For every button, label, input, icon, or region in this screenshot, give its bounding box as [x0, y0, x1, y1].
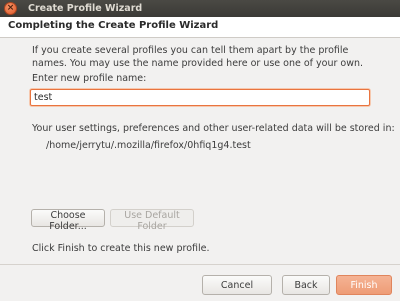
page-title: Completing the Create Profile Wizard: [8, 20, 219, 31]
profile-name-input[interactable]: [30, 89, 370, 106]
close-icon[interactable]: ×: [4, 2, 17, 15]
wizard-header: Completing the Create Profile Wizard: [0, 17, 400, 38]
window-title: Create Profile Wizard: [28, 3, 143, 14]
use-default-folder-button[interactable]: Use Default Folder: [110, 209, 194, 232]
back-button[interactable]: Back: [282, 275, 330, 295]
finish-button[interactable]: Finish: [336, 275, 392, 295]
storage-description: Your user settings, preferences and othe…: [32, 123, 395, 134]
finish-hint: Click Finish to create this new profile.: [32, 243, 210, 254]
title-bar: × Create Profile Wizard: [0, 0, 400, 17]
storage-path: /home/jerrytu/.mozilla/firefox/0hfiq1g4.…: [46, 140, 251, 151]
cancel-button[interactable]: Cancel: [202, 275, 272, 295]
wizard-content: If you create several profiles you can t…: [0, 38, 400, 264]
profile-name-label: Enter new profile name:: [32, 73, 147, 84]
intro-text: If you create several profiles you can t…: [32, 45, 364, 69]
create-profile-wizard-window: × Create Profile Wizard Completing the C…: [0, 0, 400, 301]
footer-divider: [0, 264, 400, 265]
choose-folder-button[interactable]: Choose Folder...: [31, 209, 105, 232]
